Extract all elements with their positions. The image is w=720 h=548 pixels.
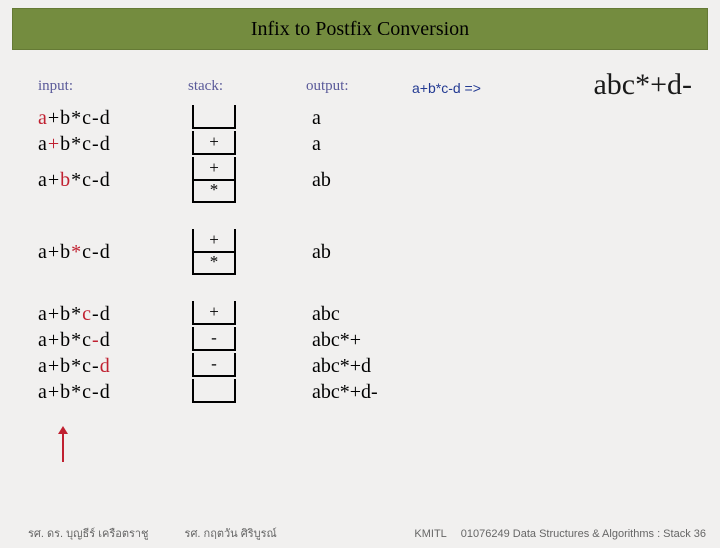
result-expression: abc*+d- xyxy=(593,68,692,102)
stack-row: - xyxy=(188,353,288,379)
input-column: input a+b*c-d a+b*c-d a+b*c-d a+b*c-d a+b*c-… xyxy=(38,78,188,405)
footer: รศ. ดร. บุญธีร์ เครือตราชู รศ. กฤตวัน ศิ… xyxy=(0,524,720,542)
input-expression: a+b*c-d xyxy=(38,107,111,130)
stack-row: + xyxy=(188,131,288,157)
footer-institution: KMITL xyxy=(414,528,446,540)
input-row: a+b*c-d xyxy=(38,327,188,353)
input-row: a+b*c-d xyxy=(38,301,188,327)
output-row: abc xyxy=(288,301,428,327)
stack-cell: + xyxy=(192,157,236,181)
stack-row xyxy=(188,105,288,131)
stack-cell xyxy=(192,105,236,129)
output-text: abc*+d- xyxy=(288,381,378,404)
stack-cell: * xyxy=(192,179,236,203)
stack-column: stack ++*+*+-- xyxy=(188,78,288,405)
footer-course: 01076249 Data Structures & Algorithms : … xyxy=(461,528,706,540)
output-row: abc*+d- xyxy=(288,379,428,405)
stack-row: + xyxy=(188,301,288,327)
output-row: ab xyxy=(288,157,428,203)
footer-author-2: รศ. กฤตวัน ศิริบูรณ์ xyxy=(185,524,277,542)
output-text: ab xyxy=(288,241,331,264)
input-expression: a+b*c-d xyxy=(38,329,111,352)
output-row: a xyxy=(288,131,428,157)
stack-cell: - xyxy=(192,353,236,377)
stack-cell: - xyxy=(192,327,236,351)
output-column: output aa ab ab abc abc*+ abc*+d abc*+d- xyxy=(288,78,428,405)
output-text: a xyxy=(288,107,321,130)
stack-row: +* xyxy=(188,229,288,275)
input-expression: a+b*c-d xyxy=(38,303,111,326)
output-text: abc*+d xyxy=(288,355,371,378)
input-header: input xyxy=(38,78,188,95)
input-row: a+b*c-d xyxy=(38,353,188,379)
stack-row: - xyxy=(188,327,288,353)
title-bar: Infix to Postfix Conversion xyxy=(12,8,708,50)
stack-cell: + xyxy=(192,131,236,155)
stack-row xyxy=(188,379,288,405)
input-row: a+b*c-d xyxy=(38,131,188,157)
output-row: ab xyxy=(288,229,428,275)
stack-cell: * xyxy=(192,251,236,275)
input-expression: a+b*c-d xyxy=(38,133,111,156)
input-expression: a+b*c-d xyxy=(38,241,111,264)
stack-header: stack xyxy=(188,78,288,95)
stack-cell: + xyxy=(192,301,236,325)
output-row: abc*+ xyxy=(288,327,428,353)
output-header: output xyxy=(288,78,428,95)
stack-row: +* xyxy=(188,157,288,203)
input-expression: a+b*c-d xyxy=(38,381,111,404)
output-text: a xyxy=(288,133,321,156)
stack-cell xyxy=(192,379,236,403)
input-expression: a+b*c-d xyxy=(38,169,111,192)
pointer-arrow xyxy=(62,432,64,462)
footer-author-1: รศ. ดร. บุญธีร์ เครือตราชู xyxy=(28,524,149,542)
input-row: a+b*c-d xyxy=(38,379,188,405)
input-expression: a+b*c-d xyxy=(38,355,111,378)
output-text: abc*+ xyxy=(288,329,361,352)
input-row: a+b*c-d xyxy=(38,157,188,203)
page-title: Infix to Postfix Conversion xyxy=(251,18,469,41)
output-text: ab xyxy=(288,169,331,192)
input-row: a+b*c-d xyxy=(38,229,188,275)
output-row: abc*+d xyxy=(288,353,428,379)
output-text: abc xyxy=(288,303,340,326)
target-expression: a+b*c-d => xyxy=(412,80,481,96)
content-area: a+b*c-d => abc*+d- input a+b*c-da+b*c-da… xyxy=(0,50,720,405)
output-row: a xyxy=(288,105,428,131)
stack-cell: + xyxy=(192,229,236,253)
input-row: a+b*c-d xyxy=(38,105,188,131)
